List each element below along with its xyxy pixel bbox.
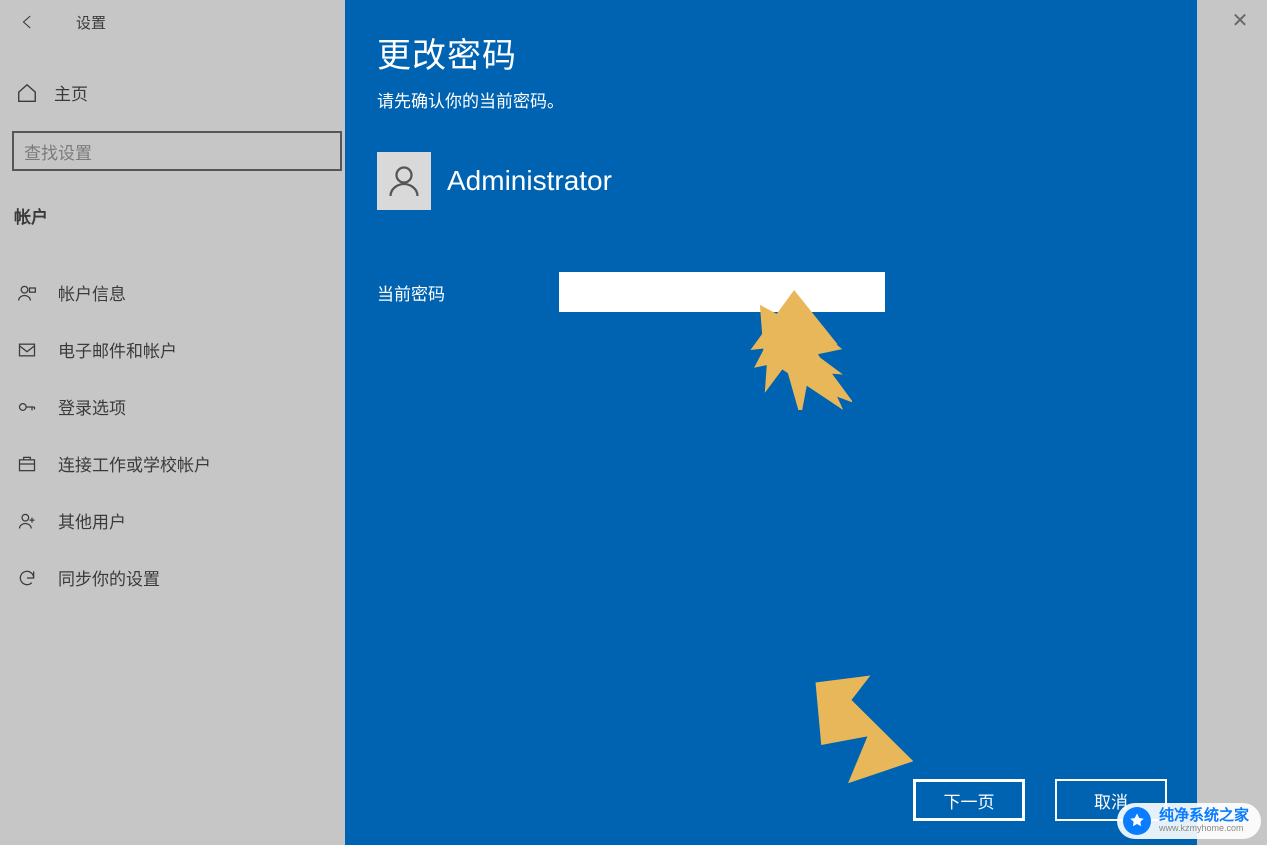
watermark-logo-icon <box>1123 807 1151 835</box>
watermark-title: 纯净系统之家 <box>1159 808 1249 823</box>
username-label: Administrator <box>447 165 612 197</box>
modal-subtitle: 请先确认你的当前密码。 <box>377 87 1165 112</box>
annotation-arrow-up-icon <box>752 295 852 410</box>
watermark-url: www.kzmyhome.com <box>1159 823 1249 834</box>
change-password-modal: 更改密码 请先确认你的当前密码。 Administrator 当前密码 下一页 … <box>345 0 1197 845</box>
watermark: 纯净系统之家 www.kzmyhome.com <box>1117 803 1261 839</box>
watermark-text: 纯净系统之家 www.kzmyhome.com <box>1159 808 1249 834</box>
annotation-arrow-down-icon <box>808 670 918 790</box>
user-avatar <box>377 152 431 210</box>
current-password-label: 当前密码 <box>377 280 559 305</box>
modal-title: 更改密码 <box>377 28 1165 77</box>
next-button[interactable]: 下一页 <box>913 779 1025 821</box>
